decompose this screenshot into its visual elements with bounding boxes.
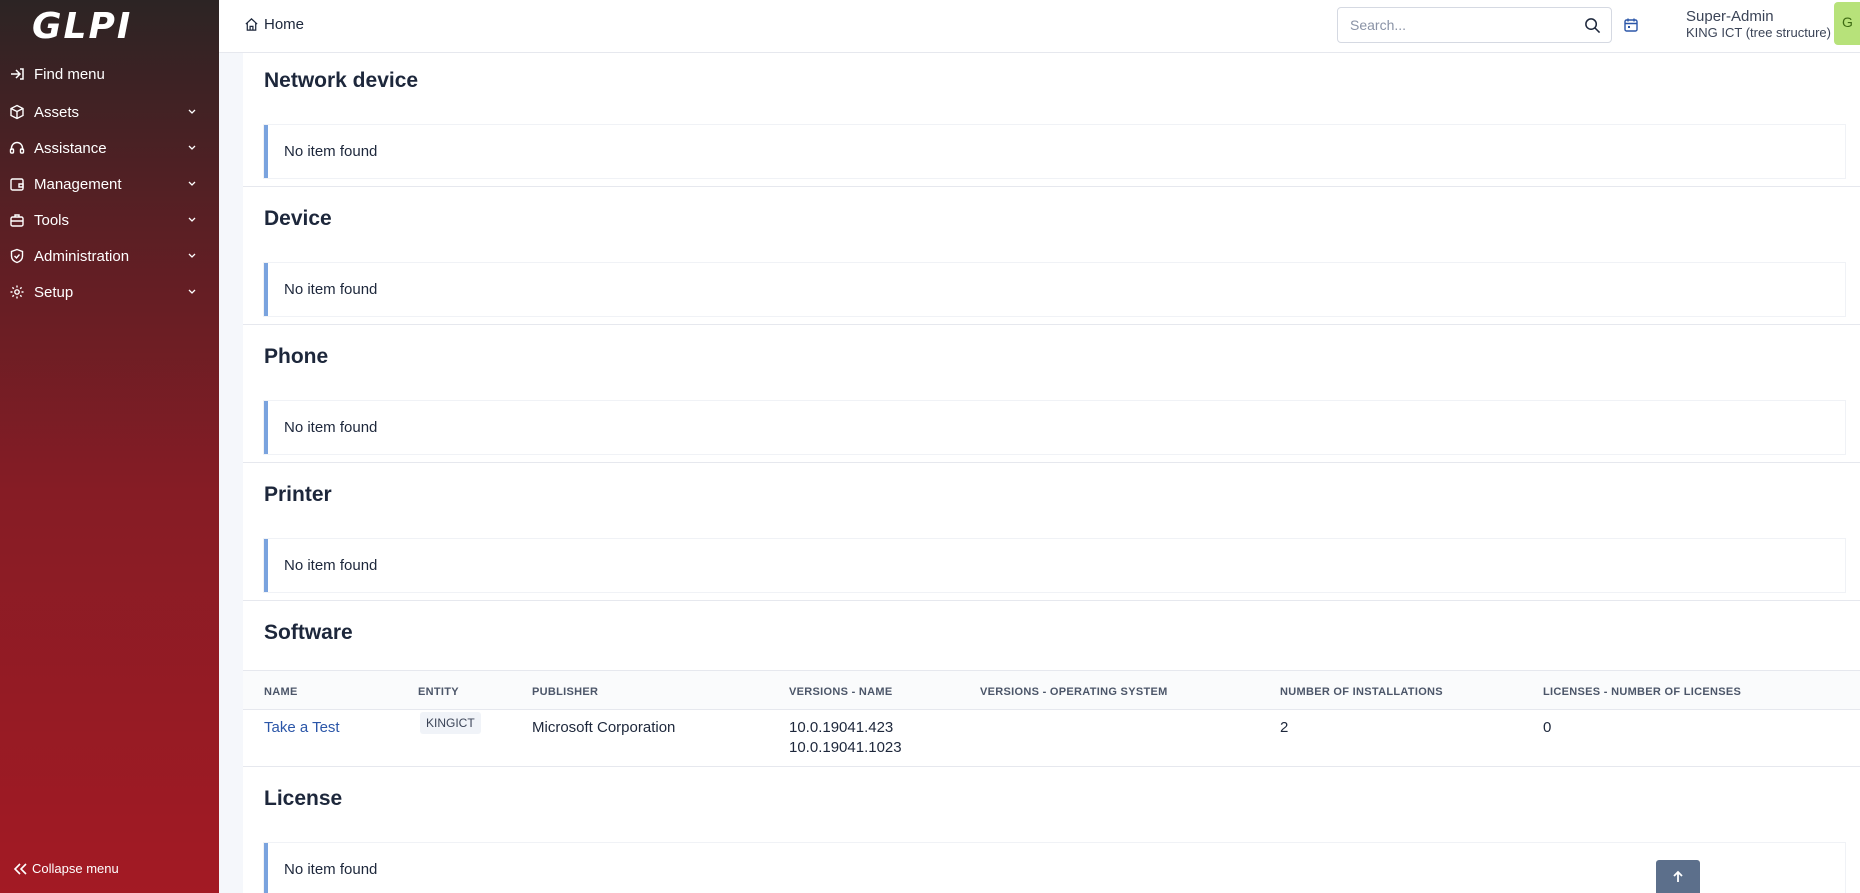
empty-alert: No item found xyxy=(264,539,1845,592)
installations-cell: 2 xyxy=(1280,719,1289,736)
shield-icon xyxy=(0,248,34,264)
user-entity: KING ICT (tree structure) xyxy=(1686,25,1831,40)
logo-text: GLPI xyxy=(32,5,133,47)
user-menu[interactable]: Super-Admin KING ICT (tree structure) xyxy=(1686,9,1831,41)
chevron-down-icon xyxy=(188,253,196,258)
main-content: Network device No item found Device No i… xyxy=(243,53,1860,893)
sidebar-item-administration[interactable]: Administration xyxy=(0,241,219,271)
briefcase-icon xyxy=(0,212,34,228)
column-header-publisher[interactable]: PUBLISHER xyxy=(532,686,598,698)
chevron-down-icon xyxy=(188,145,196,150)
gear-icon xyxy=(0,284,34,300)
section-device: Device No item found xyxy=(243,187,1860,325)
section-title: Network device xyxy=(264,69,419,92)
search-box xyxy=(1337,7,1612,43)
collapse-menu-button[interactable]: Collapse menu xyxy=(12,861,119,876)
version-cell: 10.0.19041.1023 xyxy=(789,739,902,756)
section-network-device: Network device No item found xyxy=(243,53,1860,187)
headset-icon xyxy=(0,140,34,156)
chevron-down-icon xyxy=(188,181,196,186)
sidebar-item-tools[interactable]: Tools xyxy=(0,205,219,235)
section-license: License No item found xyxy=(243,767,1860,893)
version-cell: 10.0.19041.423 xyxy=(789,719,894,736)
column-header-installations[interactable]: NUMBER OF INSTALLATIONS xyxy=(1280,686,1443,698)
section-title: Device xyxy=(264,207,332,230)
section-title: License xyxy=(264,787,343,810)
sidebar-item-label: Assets xyxy=(34,103,80,121)
software-name-link[interactable]: Take a Test xyxy=(264,719,340,736)
chevron-down-icon xyxy=(188,217,196,222)
arrow-up-icon xyxy=(1673,870,1683,882)
user-name: Super-Admin xyxy=(1686,8,1774,25)
glpi-logo[interactable]: GLPI xyxy=(0,0,219,52)
sidebar: GLPI Find menu Assets Assistance Managem… xyxy=(0,0,219,893)
sidebar-item-find-menu[interactable]: Find menu xyxy=(0,59,219,89)
column-header-versions-name[interactable]: VERSIONS - NAME xyxy=(789,686,893,698)
home-icon xyxy=(245,18,258,31)
section-title: Phone xyxy=(264,345,329,368)
licenses-cell: 0 xyxy=(1543,719,1552,736)
sidebar-item-label: Find menu xyxy=(34,65,105,83)
chevron-down-icon xyxy=(188,289,196,294)
publisher-cell: Microsoft Corporation xyxy=(532,719,676,736)
empty-alert: No item found xyxy=(264,401,1845,454)
box-icon xyxy=(0,104,34,120)
empty-alert: No item found xyxy=(264,843,1845,893)
entity-badge: KINGICT xyxy=(420,712,481,734)
arrow-right-icon xyxy=(0,66,34,82)
scroll-to-top-button[interactable] xyxy=(1656,860,1700,893)
sidebar-item-label: Administration xyxy=(34,247,130,265)
empty-alert: No item found xyxy=(264,125,1845,178)
search-icon[interactable] xyxy=(1584,17,1601,34)
search-input[interactable] xyxy=(1338,8,1558,42)
section-printer: Printer No item found xyxy=(243,463,1860,601)
topbar: Home Super-Admin KING ICT (tree structur… xyxy=(219,0,1860,53)
section-phone: Phone No item found xyxy=(243,325,1860,463)
calendar-icon[interactable] xyxy=(1623,17,1639,33)
breadcrumb-home[interactable]: Home xyxy=(264,16,304,33)
sidebar-item-assistance[interactable]: Assistance xyxy=(0,133,219,163)
section-title: Printer xyxy=(264,483,332,506)
empty-alert: No item found xyxy=(264,263,1845,316)
collapse-menu-label: Collapse menu xyxy=(32,861,119,876)
column-header-name[interactable]: NAME xyxy=(264,686,298,698)
column-header-entity[interactable]: ENTITY xyxy=(418,686,459,698)
section-title: Software xyxy=(264,621,353,644)
chevron-down-icon xyxy=(188,109,196,114)
sidebar-item-management[interactable]: Management xyxy=(0,169,219,199)
column-header-versions-os[interactable]: VERSIONS - OPERATING SYSTEM xyxy=(980,686,1168,698)
sidebar-item-label: Tools xyxy=(34,211,70,229)
sidebar-item-label: Management xyxy=(34,175,122,193)
sidebar-item-assets[interactable]: Assets xyxy=(0,97,219,127)
sidebar-item-label: Setup xyxy=(34,283,74,301)
double-chevron-left-icon xyxy=(13,862,27,875)
breadcrumb[interactable]: Home xyxy=(244,16,304,33)
sidebar-item-setup[interactable]: Setup xyxy=(0,277,219,307)
wallet-icon xyxy=(0,176,34,192)
green-action-button[interactable]: G xyxy=(1834,2,1860,45)
column-header-licenses[interactable]: LICENSES - NUMBER OF LICENSES xyxy=(1543,686,1741,698)
sidebar-item-label: Assistance xyxy=(34,139,107,157)
